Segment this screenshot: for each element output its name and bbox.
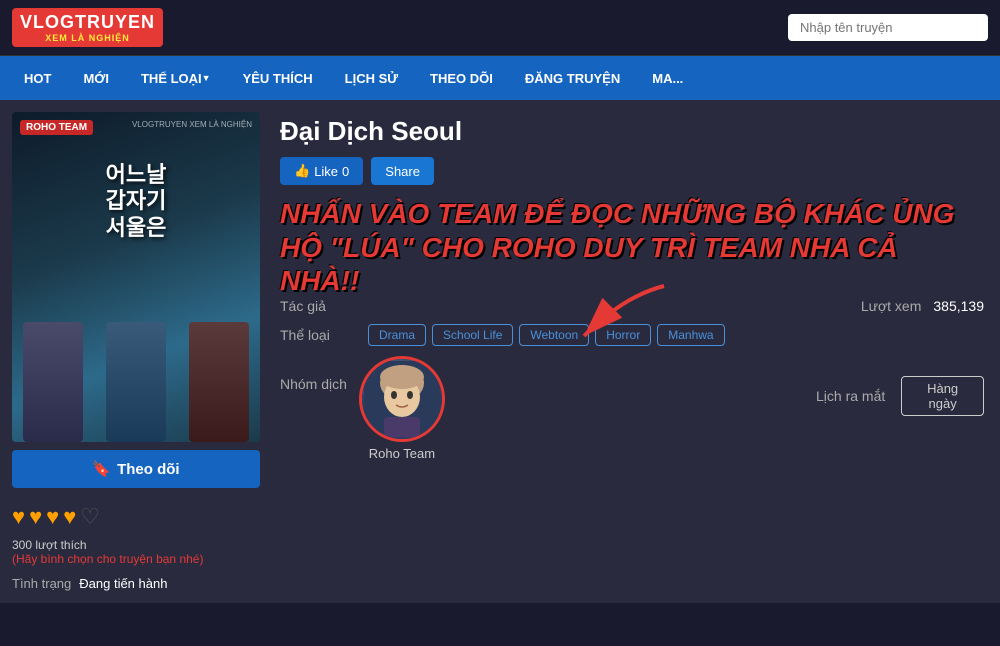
thumb-icon: 👍 <box>294 163 310 179</box>
logo-main: VLOGTRUYEN <box>20 12 155 33</box>
release-section: Lịch ra mắt Hàng ngày <box>816 356 984 416</box>
likes-prompt: (Hãy bình chọn cho truyện bạn nhé) <box>12 552 260 566</box>
character-1 <box>23 322 83 442</box>
heart-3[interactable]: ♥ <box>46 504 59 530</box>
team-name: Roho Team <box>369 446 435 461</box>
team-avatar-svg <box>364 361 440 437</box>
follow-label: Theo dõi <box>117 461 180 478</box>
author-label: Tác giả <box>280 298 326 314</box>
like-button[interactable]: 👍 Like 0 <box>280 157 363 185</box>
nav-item-theloai[interactable]: THỂ LOẠI <box>125 56 227 100</box>
group-release-row: Nhóm dịch <box>280 356 984 461</box>
header: VLOGTRUYEN XEM LÀ NGHIỆN <box>0 0 1000 56</box>
like-count: 0 <box>342 164 349 179</box>
share-label: Share <box>385 164 420 179</box>
views-label: Lượt xem <box>861 298 922 314</box>
group-section: Nhóm dịch <box>280 356 600 461</box>
status-value: Đang tiến hành <box>79 576 167 591</box>
bookmark-icon: 🔖 <box>92 460 111 478</box>
team-avatar[interactable] <box>359 356 445 442</box>
heart-2[interactable]: ♥ <box>29 504 42 530</box>
heart-5-empty[interactable]: ♡ <box>80 504 100 530</box>
genre-label: Thể loại <box>280 327 344 343</box>
share-button[interactable]: Share <box>371 157 434 185</box>
nav-item-hot[interactable]: HOT <box>8 56 67 100</box>
follow-button[interactable]: 🔖 Theo dõi <box>12 450 260 488</box>
status-row: Tình trạng Đang tiến hành <box>12 576 260 591</box>
tag-school-life[interactable]: School Life <box>432 324 513 346</box>
right-panel: Đại Dịch Seoul 👍 Like 0 Share NHẤN VÀO T… <box>276 112 988 591</box>
cover-characters <box>12 282 260 442</box>
cover-title: 어느날갑자기서울은 <box>106 162 167 241</box>
nav-item-more[interactable]: MA... <box>636 56 699 100</box>
search-input[interactable] <box>788 14 988 41</box>
heart-1[interactable]: ♥ <box>12 504 25 530</box>
cover-image: ROHO TEAM VLOGTRUYEN XEM LÀ NGHIỆN 어느날갑자… <box>12 112 260 442</box>
logo-sub: XEM LÀ NGHIỆN <box>45 33 130 43</box>
release-value-btn[interactable]: Hàng ngày <box>901 376 984 416</box>
team-container[interactable]: Roho Team <box>359 356 445 461</box>
cover-watermark: VLOGTRUYEN XEM LÀ NGHIỆN <box>132 120 252 129</box>
author-col: Tác giả <box>280 298 560 314</box>
release-label: Lịch ra mắt <box>816 388 885 404</box>
group-label: Nhóm dịch <box>280 356 347 392</box>
views-count: 385,139 <box>933 298 984 314</box>
arrow-svg <box>564 276 684 356</box>
nav-item-lichsu[interactable]: LỊCH SỬ <box>329 56 414 100</box>
like-label: Like <box>314 164 338 179</box>
nav-item-theodoi[interactable]: THEO DÕI <box>414 56 509 100</box>
nav-item-dangtruyen[interactable]: ĐĂNG TRUYỆN <box>509 56 636 100</box>
nav: HOT MỚI THỂ LOẠI YÊU THÍCH LỊCH SỬ THEO … <box>0 56 1000 100</box>
action-buttons: 👍 Like 0 Share <box>280 157 984 185</box>
heart-4[interactable]: ♥ <box>63 504 76 530</box>
tag-drama[interactable]: Drama <box>368 324 426 346</box>
character-3 <box>189 322 249 442</box>
main-content: ROHO TEAM VLOGTRUYEN XEM LÀ NGHIỆN 어느날갑자… <box>0 100 1000 603</box>
manga-title: Đại Dịch Seoul <box>280 116 984 147</box>
character-2 <box>106 322 166 442</box>
team-avatar-inner <box>362 359 442 439</box>
status-label: Tình trạng <box>12 576 71 591</box>
logo-area: VLOGTRUYEN XEM LÀ NGHIỆN <box>12 8 163 47</box>
left-panel: ROHO TEAM VLOGTRUYEN XEM LÀ NGHIỆN 어느날갑자… <box>12 112 260 591</box>
logo-box[interactable]: VLOGTRUYEN XEM LÀ NGHIỆN <box>12 8 163 47</box>
likes-count: 300 lượt thích <box>12 538 260 552</box>
nav-item-moi[interactable]: MỚI <box>67 56 125 100</box>
hearts-row: ♥ ♥ ♥ ♥ ♡ <box>12 498 260 536</box>
cover-badge: ROHO TEAM <box>20 120 93 135</box>
nav-item-yeuthich[interactable]: YÊU THÍCH <box>227 56 329 100</box>
